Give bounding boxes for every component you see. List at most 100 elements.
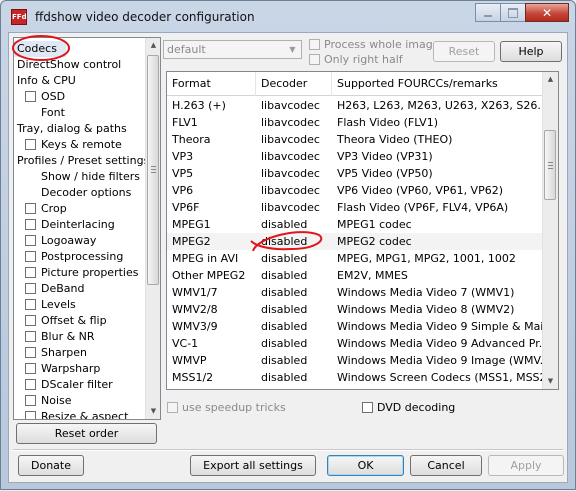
tree-item[interactable]: Crop xyxy=(25,201,67,217)
tree-item[interactable]: Blur & NR xyxy=(25,329,95,345)
tree-item[interactable]: OSD xyxy=(25,89,65,105)
tree-item-checkbox[interactable] xyxy=(25,203,36,214)
codec-row[interactable]: WMV1/7 disabled Windows Media Video 7 (WMV… xyxy=(167,284,543,301)
tree-item-label: Info & CPU xyxy=(17,74,76,87)
tree-item-checkbox[interactable] xyxy=(25,283,36,294)
close-button[interactable]: ✕ xyxy=(525,3,569,22)
tree-item-checkbox[interactable] xyxy=(25,251,36,262)
tree-item-checkbox[interactable] xyxy=(25,219,36,230)
donate-button[interactable]: Donate xyxy=(18,455,84,476)
settings-tree[interactable]: Codecs DirectShow control Info & CPU OSD Fon… xyxy=(13,37,161,420)
codec-row[interactable]: MPEG in AVI disabled MPEG, MPG1, MPG2, 100… xyxy=(167,250,543,267)
tree-item[interactable]: DeBand xyxy=(25,281,84,297)
codec-row[interactable]: Other MPEG2 disabled EM2V, MMES xyxy=(167,267,543,284)
tree-item[interactable]: Profiles / Preset settings xyxy=(17,153,146,169)
tree-item[interactable]: Warpsharp xyxy=(25,361,100,377)
tree-item-label: OSD xyxy=(41,90,66,103)
reset-order-button[interactable]: Reset order xyxy=(16,423,157,444)
tree-item-checkbox[interactable] xyxy=(25,331,36,342)
scroll-down-arrow-icon[interactable]: ▼ xyxy=(146,404,160,419)
use-speedup-tricks-checkbox[interactable]: use speedup tricks xyxy=(167,401,286,415)
column-header-format[interactable]: Format xyxy=(167,72,256,96)
codec-row[interactable]: VP5 libavcodec VP5 Video (VP50) xyxy=(167,165,543,182)
preset-combo[interactable]: default ▼ xyxy=(163,40,302,59)
tree-item[interactable]: Logoaway xyxy=(25,233,96,249)
tree-item[interactable]: Noise xyxy=(25,393,72,409)
codec-row[interactable]: VP3 libavcodec VP3 Video (VP31) xyxy=(167,148,543,165)
column-header-decoder[interactable]: Decoder xyxy=(256,72,332,96)
tree-item-checkbox[interactable] xyxy=(25,411,36,419)
tree-item-checkbox[interactable] xyxy=(25,347,36,358)
codec-row[interactable]: MSS1/2 disabled Windows Screen Codecs (MSS… xyxy=(167,369,543,386)
tree-item[interactable]: Picture properties xyxy=(25,265,138,281)
column-header-fourccs[interactable]: Supported FOURCCs/remarks xyxy=(332,72,543,96)
reset-button[interactable]: Reset xyxy=(433,41,495,62)
codec-row[interactable]: MPEG1 disabled MPEG1 codec xyxy=(167,216,543,233)
tree-item-checkbox[interactable] xyxy=(25,139,36,150)
tree-item[interactable]: Offset & flip xyxy=(25,313,107,329)
codec-row[interactable]: Theora libavcodec Theora Video (THEO) xyxy=(167,131,543,148)
tree-item[interactable]: Tray, dialog & paths xyxy=(17,121,127,137)
codec-row[interactable]: VP6F libavcodec Flash Video (VP6F, FLV4, V… xyxy=(167,199,543,216)
tree-item[interactable]: Info & CPU xyxy=(17,73,76,89)
tree-item-checkbox[interactable] xyxy=(25,315,36,326)
codec-row[interactable]: MPEG2 disabled MPEG2 codec xyxy=(167,233,543,250)
process-whole-image-label: Process whole image xyxy=(324,38,440,51)
codec-row[interactable]: VC-1 disabled Windows Media Video 9 Advanc… xyxy=(167,335,543,352)
tree-scrollbar[interactable]: ▲ ▼ xyxy=(145,38,160,419)
tree-item[interactable]: Keys & remote xyxy=(25,137,122,153)
tree-item[interactable]: Deinterlacing xyxy=(25,217,115,233)
tree-item-checkbox[interactable] xyxy=(25,235,36,246)
tree-item[interactable]: Decoder options xyxy=(41,185,131,201)
tree-item[interactable]: DScaler filter xyxy=(25,377,113,393)
tree-item-checkbox[interactable] xyxy=(25,299,36,310)
tree-scroll-thumb[interactable] xyxy=(147,55,159,285)
tree-item[interactable]: Show / hide filters xyxy=(41,169,140,185)
scroll-up-arrow-icon[interactable]: ▲ xyxy=(146,38,160,53)
tree-item-label: Keys & remote xyxy=(41,138,122,151)
tree-item-checkbox[interactable] xyxy=(25,379,36,390)
codec-row[interactable]: H.263 (+) libavcodec H263, L263, M263, U26… xyxy=(167,97,543,114)
tree-item-checkbox[interactable] xyxy=(25,91,36,102)
help-button[interactable]: Help xyxy=(500,41,562,62)
minimize-button[interactable] xyxy=(475,3,501,22)
only-right-half-checkbox[interactable]: Only right half xyxy=(309,53,403,67)
process-whole-image-checkbox[interactable]: Process whole image xyxy=(309,38,440,52)
tree-item-checkbox[interactable] xyxy=(25,363,36,374)
tree-item[interactable]: Sharpen xyxy=(25,345,87,361)
codec-row[interactable]: WMV3/9 disabled Windows Media Video 9 Simp… xyxy=(167,318,543,335)
codec-row[interactable]: FLV1 libavcodec Flash Video (FLV1) xyxy=(167,114,543,131)
apply-button[interactable]: Apply xyxy=(488,455,564,476)
tree-item[interactable]: Font xyxy=(41,105,65,121)
codec-list-scrollbar[interactable]: ▲ ▼ xyxy=(542,72,558,389)
codec-list[interactable]: Format Decoder Supported FOURCCs/remarks… xyxy=(166,71,559,390)
codec-decoder-cell: libavcodec xyxy=(261,201,320,214)
codec-fourcc-cell: MPEG1 codec xyxy=(337,218,412,231)
tree-item-label: DirectShow control xyxy=(17,58,122,71)
codec-fourcc-cell: MPEG, MPG1, MPG2, 1001, 1002 xyxy=(337,252,516,265)
dvd-decoding-checkbox[interactable]: DVD decoding xyxy=(362,401,455,415)
tree-item[interactable]: DirectShow control xyxy=(17,57,121,73)
codec-row[interactable]: VP6 libavcodec VP6 Video (VP60, VP61, VP62… xyxy=(167,182,543,199)
maximize-button[interactable] xyxy=(500,3,526,22)
ok-button[interactable]: OK xyxy=(327,455,404,476)
codec-format-cell: WMV2/8 xyxy=(172,303,218,316)
export-all-settings-button[interactable]: Export all settings xyxy=(190,455,316,476)
tree-item[interactable]: Codecs xyxy=(14,41,66,57)
tree-item[interactable]: Postprocessing xyxy=(25,249,123,265)
ffdshow-app-icon: FFd xyxy=(11,9,27,25)
codec-row[interactable]: WMVP disabled Windows Media Video 9 Image … xyxy=(167,352,543,369)
cancel-button[interactable]: Cancel xyxy=(410,455,482,476)
list-scroll-up-arrow-icon[interactable]: ▲ xyxy=(543,72,558,87)
tree-item-checkbox[interactable] xyxy=(25,267,36,278)
tree-item[interactable]: Levels xyxy=(25,297,76,313)
tree-item-checkbox[interactable] xyxy=(25,395,36,406)
list-scroll-down-arrow-icon[interactable]: ▼ xyxy=(543,374,558,389)
codec-decoder-cell: disabled xyxy=(261,218,308,231)
tree-item[interactable]: Resize & aspect xyxy=(25,409,128,419)
title-bar[interactable]: FFd ffdshow video decoder configuration … xyxy=(1,1,575,33)
list-scroll-thumb[interactable] xyxy=(544,130,556,200)
codec-row[interactable]: WMV2/8 disabled Windows Media Video 8 (WMV… xyxy=(167,301,543,318)
codec-fourcc-cell: H263, L263, M263, U263, X263, S26... xyxy=(337,99,542,112)
tree-item-label: Decoder options xyxy=(41,186,132,199)
